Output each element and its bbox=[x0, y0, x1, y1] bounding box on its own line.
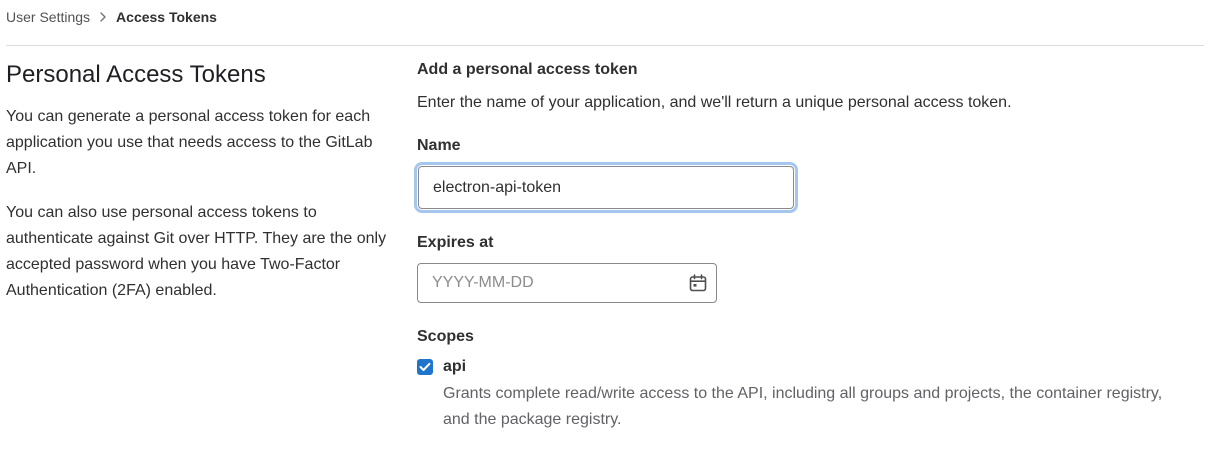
intro-paragraph-1: You can generate a personal access token… bbox=[6, 108, 373, 177]
form-title: Add a personal access token bbox=[417, 61, 638, 78]
expires-input[interactable] bbox=[417, 263, 717, 303]
intro-panel: Personal Access Tokens You can generate … bbox=[6, 60, 417, 433]
scope-api-checkbox[interactable] bbox=[417, 359, 433, 375]
scopes-label: Scopes bbox=[417, 328, 474, 345]
breadcrumb: User Settings Access Tokens bbox=[6, 0, 1204, 46]
breadcrumb-access-tokens[interactable]: Access Tokens bbox=[116, 9, 217, 25]
check-icon bbox=[419, 362, 431, 371]
token-form: Add a personal access token Enter the na… bbox=[417, 60, 1204, 433]
page-title: Personal Access Tokens bbox=[6, 61, 266, 88]
form-description: Enter the name of your application, and … bbox=[417, 94, 1012, 111]
expires-field bbox=[417, 263, 717, 303]
name-label: Name bbox=[417, 137, 461, 154]
expires-label: Expires at bbox=[417, 234, 494, 251]
scope-api-description: Grants complete read/write access to the… bbox=[443, 385, 1163, 428]
chevron-right-icon bbox=[99, 11, 107, 22]
name-input[interactable] bbox=[418, 166, 794, 209]
breadcrumb-user-settings[interactable]: User Settings bbox=[6, 9, 90, 25]
scope-api-name[interactable]: api bbox=[443, 357, 466, 377]
scope-api: api Grants complete read/write access to… bbox=[417, 357, 1204, 433]
main-content: Personal Access Tokens You can generate … bbox=[6, 46, 1204, 433]
page: User Settings Access Tokens Personal Acc… bbox=[0, 0, 1214, 457]
calendar-icon[interactable] bbox=[689, 274, 707, 292]
intro-paragraph-2: You can also use personal access tokens … bbox=[6, 204, 387, 299]
